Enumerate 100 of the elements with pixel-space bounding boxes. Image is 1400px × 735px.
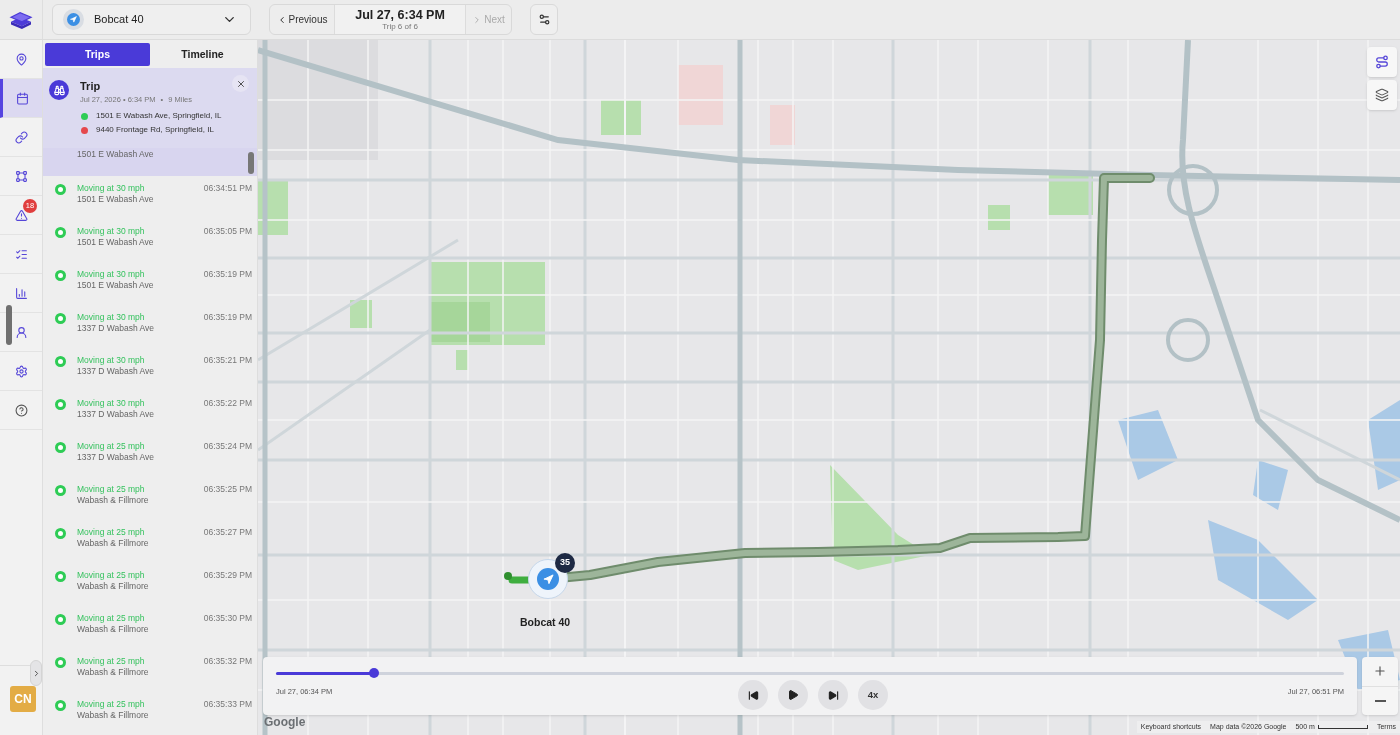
event-row[interactable]: Moving at 30 mph 1501 E Wabash Ave 06:34:51 PM [43, 176, 257, 219]
layers-button[interactable] [1367, 80, 1397, 110]
status-ring-icon [55, 313, 66, 324]
status-ring-icon [55, 700, 66, 711]
event-status: Moving at 30 mph [77, 398, 146, 409]
trip-date: Jul 27, 6:34 PM [355, 7, 445, 22]
event-row[interactable]: Moving at 30 mph 1337 D Wabash Ave 06:35:21 PM [43, 348, 257, 391]
status-ring-icon [55, 528, 66, 539]
event-time: 06:34:51 PM [203, 183, 253, 194]
status-ring-icon [55, 571, 66, 582]
event-address: Wabash & Fillmore [77, 667, 150, 678]
bar-chart-icon [14, 286, 28, 300]
stop-address: 9440 Frontage Rd, Springfield, IL [96, 125, 214, 135]
route-button[interactable] [1367, 47, 1397, 77]
event-address: 1337 D Wabash Ave [77, 323, 156, 334]
list-scrollbar-thumb[interactable] [248, 152, 254, 174]
event-row[interactable]: Moving at 25 mph Wabash & Fillmore 06:35:27 PM [43, 520, 257, 563]
event-row[interactable]: Moving at 30 mph 1501 E Wabash Ave 06:35:19 PM [43, 262, 257, 305]
status-ring-icon [55, 356, 66, 367]
status-ring-icon [55, 270, 66, 281]
vehicle-status-icon [63, 9, 84, 30]
minus-icon [1374, 699, 1386, 702]
event-address: 1501 E Wabash Ave [77, 280, 155, 291]
status-ring-icon [55, 399, 66, 410]
tab[interactable]: Timeline [150, 43, 255, 66]
skip-back-icon [747, 689, 759, 701]
warning-icon [14, 208, 28, 222]
skip-forward-icon [827, 689, 839, 701]
event-time: 06:35:33 PM [203, 699, 253, 710]
event-row[interactable]: Moving at 30 mph 1337 D Wabash Ave 06:35:19 PM [43, 305, 257, 348]
route-icon [1375, 55, 1389, 69]
event-row[interactable]: Moving at 25 mph Wabash & Fillmore 06:35:25 PM [43, 477, 257, 520]
event-row[interactable]: Moving at 25 mph Wabash & Fillmore 06:35:30 PM [43, 606, 257, 649]
status-ring-icon [55, 614, 66, 625]
stacked-shapes-logo [9, 9, 33, 30]
event-address: Wabash & Fillmore [77, 581, 150, 592]
user-icon [14, 325, 28, 339]
status-ring-icon [55, 485, 66, 496]
skip-back-button[interactable] [738, 680, 768, 710]
event-time: 06:35:32 PM [203, 656, 253, 667]
event-status: Moving at 25 mph [77, 441, 146, 452]
event-time: 06:35:19 PM [203, 269, 253, 280]
event-row[interactable]: 1501 E Wabash Ave [43, 148, 257, 176]
vehicle-name: Bobcat 40 [94, 12, 144, 28]
playback-thumb[interactable] [369, 668, 380, 678]
plus-icon [1373, 664, 1387, 679]
event-status: Moving at 30 mph [77, 269, 146, 280]
event-time: 06:35:29 PM [203, 570, 253, 581]
binoculars-icon [49, 80, 69, 100]
event-time: 06:35:19 PM [203, 312, 253, 323]
event-address: Wabash & Fillmore [77, 538, 150, 549]
event-status: Moving at 30 mph [77, 355, 146, 366]
event-row[interactable]: Moving at 30 mph 1337 D Wabash Ave 06:35:22 PM [43, 391, 257, 434]
event-address: 1501 E Wabash Ave [77, 194, 155, 205]
event-row[interactable]: Moving at 25 mph Wabash & Fillmore 06:35:29 PM [43, 563, 257, 606]
event-time: 06:35:22 PM [203, 398, 253, 409]
trip-title: Trip [80, 79, 101, 94]
close-button[interactable] [232, 75, 249, 92]
event-row[interactable]: Moving at 25 mph 1337 D Wabash Ave 06:35:24 PM [43, 434, 257, 477]
event-time: 06:35:25 PM [203, 484, 253, 495]
event-status: Moving at 25 mph [77, 570, 146, 581]
layers-icon [1375, 88, 1389, 102]
nav-button[interactable] [0, 79, 42, 118]
help-icon [14, 403, 28, 417]
event-address: Wabash & Fillmore [77, 710, 150, 721]
square-nodes-icon [14, 169, 28, 183]
scale-bar [1317, 725, 1368, 729]
event-address: Wabash & Fillmore [77, 495, 150, 506]
event-time: 06:35:27 PM [203, 527, 253, 538]
event-status: Moving at 25 mph [77, 527, 146, 538]
event-time: 06:35:05 PM [203, 226, 253, 237]
map-logo: Google [264, 714, 306, 731]
speed-button[interactable]: 4x [858, 680, 888, 710]
play-button[interactable] [778, 680, 808, 710]
event-row[interactable]: Moving at 30 mph 1501 E Wabash Ave 06:35:05 PM [43, 219, 257, 262]
event-address: Wabash & Fillmore [77, 624, 150, 635]
event-row[interactable]: Moving at 25 mph Wabash & Fillmore 06:35:32 PM [43, 649, 257, 692]
event-address: 1337 D Wabash Ave [77, 452, 156, 463]
status-ring-icon [55, 184, 66, 195]
status-ring-icon [55, 657, 66, 668]
event-status: Moving at 25 mph [77, 656, 146, 667]
checklist-icon [14, 247, 28, 261]
event-status: Moving at 30 mph [77, 183, 146, 194]
close-icon [235, 78, 246, 89]
rail-scrollbar-thumb[interactable] [6, 305, 12, 345]
event-status: Moving at 25 mph [77, 699, 146, 710]
event-row[interactable]: Moving at 25 mph Wabash & Fillmore 06:35:33 PM [43, 692, 257, 735]
event-address: 1501 E Wabash Ave [77, 237, 155, 248]
skip-forward-button[interactable] [818, 680, 848, 710]
play-icon [787, 689, 799, 701]
tab[interactable]: Trips [45, 43, 150, 66]
event-status: Moving at 30 mph [77, 226, 146, 237]
event-address: 1337 D Wabash Ave [77, 409, 156, 420]
stop-address: 1501 E Wabash Ave, Springfield, IL [96, 111, 222, 121]
filter-button[interactable] [530, 4, 558, 35]
vehicle-selector[interactable]: Bobcat 40 [52, 4, 251, 35]
playback-slider-track[interactable] [276, 668, 1344, 678]
status-ring-icon [55, 227, 66, 238]
calendar-icon [16, 91, 29, 105]
settings-icon [14, 364, 28, 378]
